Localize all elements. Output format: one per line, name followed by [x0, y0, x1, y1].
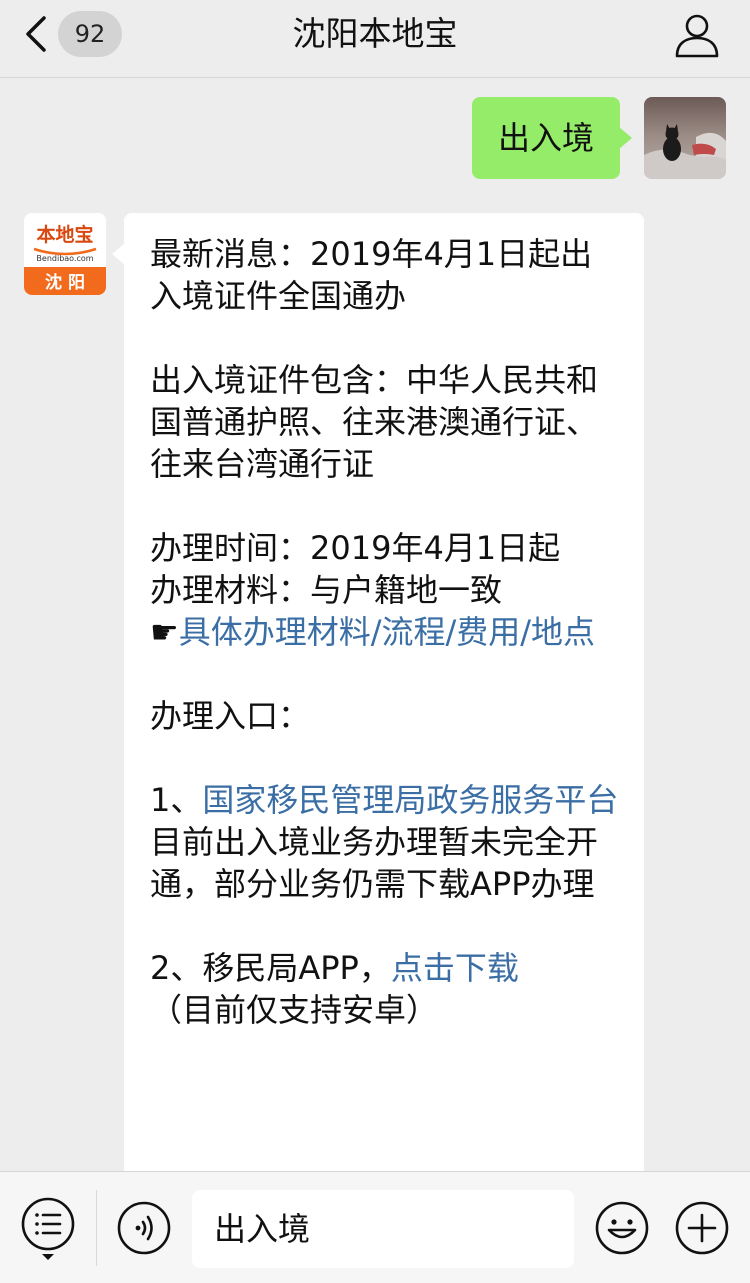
message-input[interactable]: 出入境: [192, 1190, 574, 1268]
chat-header: 92 沈阳本地宝: [0, 0, 750, 78]
bendibao-logo-icon: 本地宝 Bendibao.com 沈 阳: [24, 213, 106, 295]
logo-city-text: 沈 阳: [45, 272, 85, 293]
entry-item-1-note: 目前出入境业务办理暂未完全开通，部分业务仍需下载APP办理: [150, 823, 599, 903]
entry-item-1: 1、国家移民管理局政务服务平台: [150, 779, 620, 821]
logo-domain-text: Bendibao.com: [36, 254, 93, 263]
official-account-avatar[interactable]: 本地宝 Bendibao.com 沈 阳: [24, 213, 106, 295]
logo-brand-text: 本地宝: [36, 223, 93, 246]
emoji-icon[interactable]: [594, 1200, 650, 1256]
my-message-bubble[interactable]: 出入境: [471, 97, 633, 179]
chat-title: 沈阳本地宝: [292, 14, 458, 53]
plus-icon[interactable]: [674, 1200, 730, 1256]
entry-label: 办理入口：: [150, 697, 311, 735]
app-download-link[interactable]: 点击下载: [391, 949, 519, 987]
cat-photo-icon: [644, 97, 726, 179]
menu-list-icon[interactable]: [20, 1196, 76, 1262]
reply-headline: 最新消息：2019年4月1日起出入境证件全国通办: [150, 235, 593, 315]
entry-item-1-prefix: 1、: [150, 781, 203, 819]
toolbar-divider: [96, 1190, 97, 1266]
immigration-platform-link[interactable]: 国家移民管理局政务服务平台: [202, 781, 618, 819]
reply-time: 办理时间：2019年4月1日起: [150, 529, 561, 567]
profile-icon[interactable]: [674, 12, 720, 58]
input-toolbar: 出入境: [0, 1171, 750, 1283]
pointing-hand-icon: ☛: [150, 613, 179, 651]
entry-item-2: 2、移民局APP，点击下载: [150, 947, 620, 989]
my-message[interactable]: 出入境: [471, 97, 633, 179]
my-avatar[interactable]: [644, 97, 726, 179]
material-link-line: ☛具体办理材料/流程/费用/地点: [150, 611, 620, 653]
material-details-link[interactable]: 具体办理材料/流程/费用/地点: [179, 613, 595, 651]
voice-icon[interactable]: [116, 1200, 172, 1256]
entry-item-2-note: （目前仅支持安卓）: [150, 991, 439, 1029]
reply-material: 办理材料：与户籍地一致: [150, 571, 503, 609]
reply-message-bubble[interactable]: 最新消息：2019年4月1日起出入境证件全国通办 出入境证件包含：中华人民共和国…: [112, 213, 644, 1171]
chat-area[interactable]: 出入境 本地宝 Bendibao.com 沈 阳 最新消息：2019年4月1日起…: [0, 79, 750, 1171]
entry-item-2-prefix: 2、移民局APP，: [150, 949, 391, 987]
reply-documents: 出入境证件包含：中华人民共和国普通护照、往来港澳通行证、往来台湾通行证: [150, 361, 599, 483]
